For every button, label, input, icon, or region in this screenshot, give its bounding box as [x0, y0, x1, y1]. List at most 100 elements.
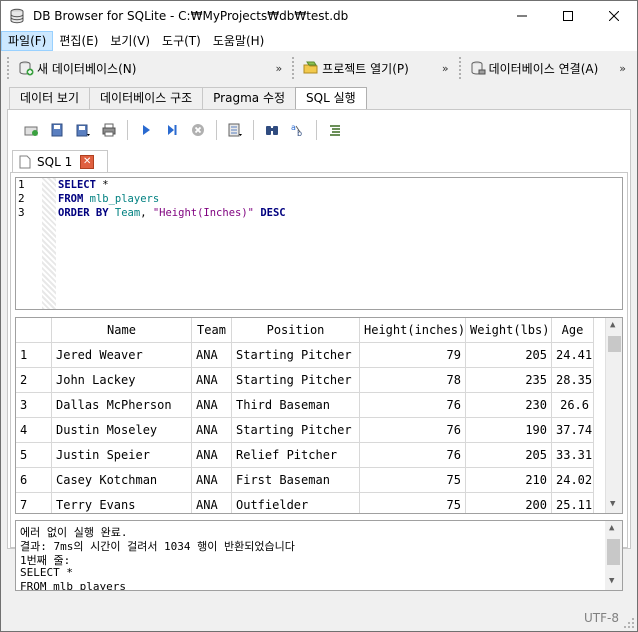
print-button[interactable] [96, 118, 122, 142]
tab-browse-data[interactable]: 데이터 보기 [9, 87, 91, 109]
save-sql-file-button[interactable] [70, 118, 96, 142]
cell-weight[interactable]: 210 [466, 468, 552, 493]
cell-team[interactable]: ANA [192, 468, 232, 493]
toolbar-overflow-chevron[interactable]: » [619, 62, 626, 75]
cell-height[interactable]: 75 [360, 468, 466, 493]
table-row[interactable]: 5 Justin Speier ANA Relief Pitcher 76 205 33.3… [16, 443, 594, 468]
table-row[interactable]: 3 Dallas McPherson ANA Third Baseman 76 230 26… [16, 393, 594, 418]
message-pane[interactable]: 에러 없이 실행 완료. 결과: 7ms의 시간이 걸려서 1034 행이 반환… [15, 520, 623, 591]
row-number[interactable]: 3 [16, 393, 52, 418]
row-number[interactable]: 5 [16, 443, 52, 468]
toolbar-overflow-chevron[interactable]: » [275, 62, 282, 75]
toolbar-overflow-chevron[interactable]: » [442, 62, 449, 75]
cell-age[interactable]: 28.35 [552, 368, 594, 393]
menu-edit[interactable]: 편집(E) [53, 31, 104, 51]
comment-block-button[interactable] [322, 118, 348, 142]
scrollbar-thumb[interactable] [608, 336, 621, 352]
cell-name[interactable]: Jered Weaver [52, 343, 192, 368]
cell-name[interactable]: John Lackey [52, 368, 192, 393]
cell-weight[interactable]: 230 [466, 393, 552, 418]
results-vertical-scrollbar[interactable]: ▲ ▼ [605, 318, 622, 513]
maximize-button[interactable] [545, 1, 591, 31]
cell-name[interactable]: Justin Speier [52, 443, 192, 468]
cell-weight[interactable]: 190 [466, 418, 552, 443]
table-row[interactable]: 1 Jered Weaver ANA Starting Pitcher 79 205 24.… [16, 343, 594, 368]
cell-team[interactable]: ANA [192, 393, 232, 418]
menu-help[interactable]: 도움말(H) [207, 31, 271, 51]
cell-team[interactable]: ANA [192, 443, 232, 468]
toolbar-grip[interactable] [7, 57, 11, 79]
new-database-button[interactable]: 새 데이터베이스(N) [15, 55, 139, 81]
resize-grip-icon[interactable] [623, 617, 635, 629]
table-row[interactable]: 2 John Lackey ANA Starting Pitcher 78 235 28.3… [16, 368, 594, 393]
table-row[interactable]: 6 Casey Kotchman ANA First Baseman 75 210 24.0… [16, 468, 594, 493]
table-row[interactable]: 7 Terry Evans ANA Outfielder 75 200 25.11 [16, 493, 594, 513]
cell-name[interactable]: Dustin Moseley [52, 418, 192, 443]
cell-position[interactable]: First Baseman [232, 468, 360, 493]
find-replace-button[interactable]: ab [285, 118, 311, 142]
scroll-up-icon[interactable]: ▲ [610, 320, 615, 330]
cell-position[interactable]: Outfielder [232, 493, 360, 513]
cell-team[interactable]: ANA [192, 368, 232, 393]
message-vertical-scrollbar[interactable]: ▲ ▼ [605, 521, 622, 590]
row-number[interactable]: 7 [16, 493, 52, 513]
row-number[interactable]: 4 [16, 418, 52, 443]
minimize-button[interactable] [499, 1, 545, 31]
cell-height[interactable]: 76 [360, 393, 466, 418]
close-tab-icon[interactable]: ✕ [80, 154, 95, 169]
execute-current-line-button[interactable] [159, 118, 185, 142]
cell-weight[interactable]: 200 [466, 493, 552, 513]
cell-name[interactable]: Casey Kotchman [52, 468, 192, 493]
menu-view[interactable]: 보기(V) [104, 31, 156, 51]
cell-height[interactable]: 75 [360, 493, 466, 513]
column-header[interactable]: Weight(lbs) [466, 318, 552, 343]
save-results-button[interactable] [222, 118, 248, 142]
stop-execution-button[interactable] [185, 118, 211, 142]
tab-database-structure[interactable]: 데이터베이스 구조 [89, 87, 204, 109]
open-sql-file-button[interactable] [44, 118, 70, 142]
column-header[interactable]: Name [52, 318, 192, 343]
column-header[interactable]: Team [192, 318, 232, 343]
execute-all-button[interactable] [133, 118, 159, 142]
row-number[interactable]: 6 [16, 468, 52, 493]
scroll-down-icon[interactable]: ▼ [609, 576, 614, 586]
cell-name[interactable]: Dallas McPherson [52, 393, 192, 418]
open-project-button[interactable]: 프로젝트 열기(P) [300, 55, 412, 81]
open-tab-button[interactable] [18, 118, 44, 142]
cell-weight[interactable]: 205 [466, 443, 552, 468]
cell-height[interactable]: 79 [360, 343, 466, 368]
tab-edit-pragmas[interactable]: Pragma 수정 [202, 87, 297, 109]
find-text-button[interactable] [259, 118, 285, 142]
cell-age[interactable]: 37.74 [552, 418, 594, 443]
cell-height[interactable]: 76 [360, 418, 466, 443]
column-header[interactable]: Height(inches) [360, 318, 466, 343]
row-number[interactable]: 1 [16, 343, 52, 368]
cell-position[interactable]: Third Baseman [232, 393, 360, 418]
cell-name[interactable]: Terry Evans [52, 493, 192, 513]
cell-height[interactable]: 76 [360, 443, 466, 468]
cell-position[interactable]: Starting Pitcher [232, 368, 360, 393]
close-button[interactable] [591, 1, 637, 31]
scrollbar-thumb[interactable] [607, 539, 620, 565]
cell-position[interactable]: Relief Pitcher [232, 443, 360, 468]
tab-execute-sql[interactable]: SQL 실행 [295, 87, 367, 110]
cell-weight[interactable]: 235 [466, 368, 552, 393]
cell-height[interactable]: 78 [360, 368, 466, 393]
cell-position[interactable]: Starting Pitcher [232, 418, 360, 443]
cell-age[interactable]: 26.6 [552, 393, 594, 418]
row-number[interactable]: 2 [16, 368, 52, 393]
results-grid[interactable]: Name Team Position Height(inches) Weight… [15, 317, 623, 514]
toolbar-grip[interactable] [292, 57, 296, 79]
scroll-down-icon[interactable]: ▼ [610, 499, 615, 509]
sql-editor-tab[interactable]: SQL 1 ✕ [12, 150, 108, 172]
cell-team[interactable]: ANA [192, 418, 232, 443]
menu-tools[interactable]: 도구(T) [156, 31, 207, 51]
cell-age[interactable]: 24.02 [552, 468, 594, 493]
cell-age[interactable]: 33.31 [552, 443, 594, 468]
cell-age[interactable]: 25.11 [552, 493, 594, 513]
toolbar-grip[interactable] [458, 57, 463, 79]
attach-database-button[interactable]: 데이터베이스 연결(A) [467, 55, 602, 81]
column-header[interactable]: Age [552, 318, 594, 343]
scroll-up-icon[interactable]: ▲ [609, 523, 614, 533]
cell-age[interactable]: 24.41 [552, 343, 594, 368]
